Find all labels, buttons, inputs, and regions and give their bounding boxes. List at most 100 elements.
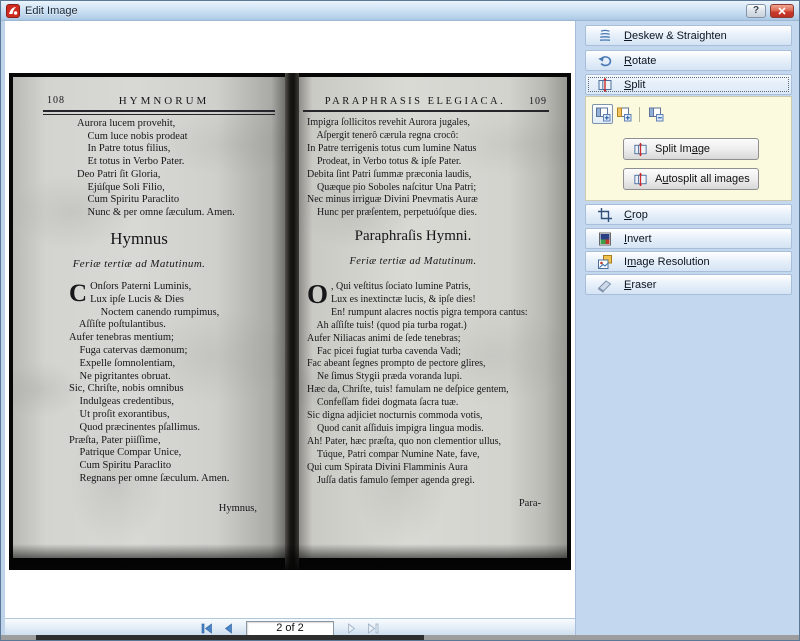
split-image-button[interactable]: Split Image	[623, 138, 759, 160]
image-resolution-label: Image Resolution	[624, 256, 710, 268]
split-options-panel: Split Image Autosplit all images	[585, 96, 792, 201]
book-page-left: 108 HYMNORUM Aurora lucem provehit, Cum …	[13, 77, 285, 558]
text-line: , Qui veſtitus ſociato lumine Patris,	[307, 281, 509, 294]
right-page-number: 109	[529, 96, 547, 107]
text-line: Quod præcinentes pſallimus.	[69, 422, 229, 435]
text-line: Lux ipſe Lucis & Dies	[69, 294, 229, 307]
split-icon	[597, 77, 613, 93]
page-indicator-field[interactable]: 2 of 2	[246, 621, 334, 636]
last-page-button[interactable]	[366, 622, 380, 635]
text-line: Aufer Niliacas animi de ſede tenebras;	[307, 333, 509, 346]
add-vertical-split-button[interactable]	[592, 104, 613, 124]
invert-icon	[597, 231, 613, 247]
first-page-icon	[201, 623, 213, 634]
text-line: Deo Patri ſit Gloria,	[77, 169, 235, 182]
text-line: Qui cum Spirata Divini Flamminis Aura	[307, 462, 509, 475]
eraser-button[interactable]: Eraser	[585, 274, 792, 295]
window-title: Edit Image	[25, 5, 78, 17]
split-image-icon	[633, 142, 648, 157]
add-vertical-split-icon	[595, 106, 611, 122]
text-line: Prodeat, in Verbo totus & ipſe Pater.	[307, 156, 478, 169]
crop-button[interactable]: Crop	[585, 204, 792, 225]
text-line: Cum luce nobis prodeat	[77, 131, 235, 144]
image-resolution-icon	[597, 254, 613, 270]
next-page-button[interactable]	[345, 622, 359, 635]
close-button[interactable]	[770, 4, 794, 18]
text-line: Cum Spiritu Paraclito	[69, 460, 229, 473]
previous-page-icon	[223, 623, 233, 634]
text-line: Aufer tenebras mentium;	[69, 332, 229, 345]
rotate-button[interactable]: Rotate	[585, 50, 792, 71]
text-line: Nunc & per omne ſæculum. Amen.	[77, 207, 235, 220]
text-line: In Patre totus filius,	[77, 143, 235, 156]
autosplit-label: Autosplit all images	[655, 173, 750, 185]
text-line: Fac abeant ſegnes prompto de pectore gli…	[307, 358, 509, 371]
help-icon: ?	[753, 5, 759, 16]
text-line: Fac picei fugiat turba cavenda Vadi;	[307, 346, 509, 359]
header-rule	[303, 110, 549, 112]
text-line: Et totus in Verbo Pater.	[77, 156, 235, 169]
text-line: Cum Spiritu Paraclito	[77, 194, 235, 207]
close-icon	[778, 7, 786, 15]
text-line: Ut proſit exorantibus,	[69, 409, 229, 422]
autosplit-icon	[633, 172, 648, 187]
split-label: Split	[624, 79, 645, 91]
invert-label: Invert	[624, 233, 652, 245]
eraser-icon	[597, 277, 613, 293]
text-line: En! rumpunt alacres noctis pigra tempora…	[307, 307, 509, 320]
left-stanza-1: Aurora lucem provehit, Cum luce nobis pr…	[77, 118, 235, 220]
remove-split-icon	[648, 106, 664, 122]
text-line: Juſſa datis famulo ſemper agenda gregi.	[307, 475, 509, 488]
deskew-icon	[597, 28, 613, 44]
text-line: Sic, Chriſte, nobis omnibus	[69, 383, 229, 396]
left-catchword: Hymnus,	[219, 503, 257, 514]
deskew-label: Deskew & Straighten	[624, 30, 727, 42]
drop-cap: C	[69, 282, 87, 307]
tools-sidebar: Deskew & Straighten Rotate Split	[575, 21, 800, 637]
text-line: Præſta, Pater piiſſime,	[69, 435, 229, 448]
book-gutter	[285, 73, 299, 570]
split-button[interactable]: Split	[585, 74, 792, 95]
text-line: Impigra ſollicitos revehit Aurora jugale…	[307, 117, 478, 130]
right-catchword: Para-	[519, 498, 541, 509]
left-section-subheading: Feriæ tertiæ ad Matutinum.	[13, 258, 265, 270]
autosplit-all-images-button[interactable]: Autosplit all images	[623, 168, 759, 190]
text-line: Aſſiſte poſtulantibus.	[69, 319, 229, 332]
image-resolution-button[interactable]: Image Resolution	[585, 251, 792, 272]
toolbar-separator	[639, 107, 640, 122]
text-line: Expelle ſomnolentiam,	[69, 358, 229, 371]
add-horizontal-split-button[interactable]	[613, 104, 634, 124]
text-line: Nec minus irriguæ Divini Pnevmatis Auræ	[307, 194, 478, 207]
right-section-subheading: Feriæ tertiæ ad Matutinum.	[299, 256, 527, 267]
text-line: Noctem canendo rumpimus,	[69, 307, 229, 320]
text-line: Ah aſſiſte tuis! (quod pia turba rogat.)	[307, 320, 509, 333]
invert-button[interactable]: Invert	[585, 228, 792, 249]
text-line: Indulgeas credentibus,	[69, 396, 229, 409]
left-stanza-2: C Onſors Paterni Luminis,Lux ipſe Lucis …	[69, 281, 229, 486]
first-page-button[interactable]	[200, 622, 214, 635]
text-line: Confeſſam fidei dogmata ſacra tuæ.	[307, 397, 509, 410]
header-rule	[43, 110, 275, 115]
text-line: Sic digna adjiciet nocturnis commoda vot…	[307, 410, 509, 423]
rotate-label: Rotate	[624, 55, 656, 67]
text-line: Túque, Patri compar Numine Nate, fave,	[307, 449, 509, 462]
text-line: Debita ſint Patri ſummæ præconia laudis,	[307, 169, 478, 182]
horizontal-scrollbar[interactable]	[1, 635, 799, 640]
deskew-straighten-button[interactable]: Deskew & Straighten	[585, 25, 792, 46]
remove-split-button[interactable]	[645, 104, 666, 124]
app-icon	[6, 4, 20, 18]
text-line: Ne ſimus Stygii præda voranda lupi.	[307, 371, 509, 384]
scrollbar-thumb[interactable]	[36, 635, 424, 640]
text-line: Quod canit aſſiduis impigra lingua modis…	[307, 423, 509, 436]
help-button[interactable]: ?	[746, 4, 766, 18]
text-line: Patrique Compar Unice,	[69, 447, 229, 460]
right-section-heading: Paraphraſis Hymni.	[299, 228, 527, 245]
text-line: Fuga catervas dæmonum;	[69, 345, 229, 358]
scanned-book-image[interactable]: 108 HYMNORUM Aurora lucem provehit, Cum …	[9, 73, 571, 570]
image-canvas: 108 HYMNORUM Aurora lucem provehit, Cum …	[5, 21, 575, 637]
text-line: Aurora lucem provehit,	[77, 118, 235, 131]
titlebar: Edit Image ?	[1, 1, 799, 21]
previous-page-button[interactable]	[221, 622, 235, 635]
last-page-icon	[367, 623, 379, 634]
text-line: Ne pigritantes obruat.	[69, 371, 229, 384]
